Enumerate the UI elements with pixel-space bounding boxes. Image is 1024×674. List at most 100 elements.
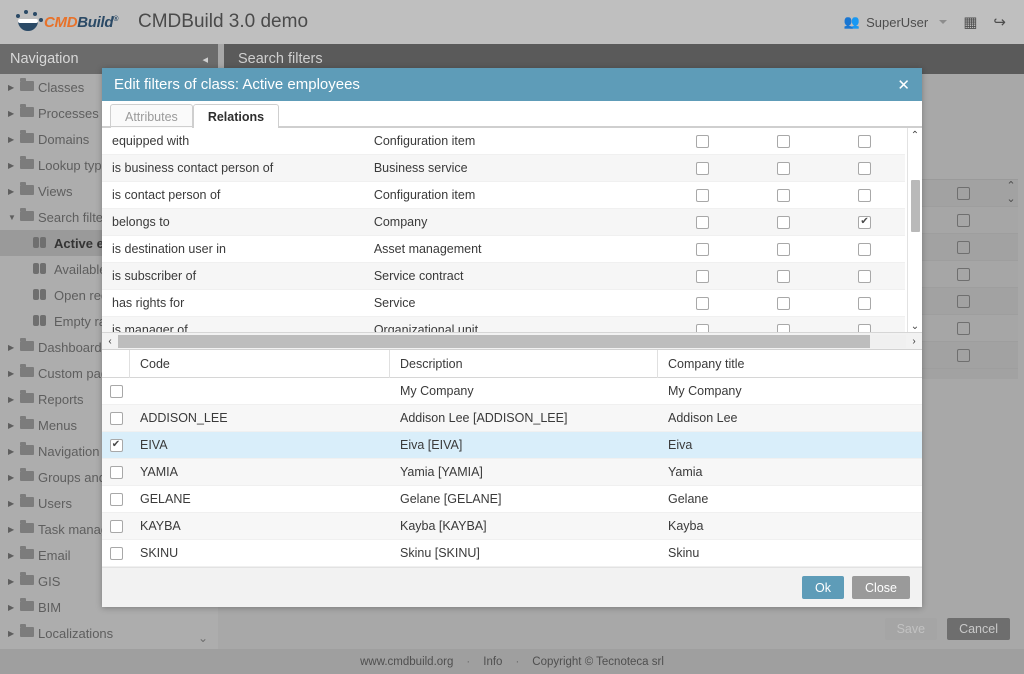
- chevron-right-icon[interactable]: ▶: [8, 83, 20, 92]
- relation-row[interactable]: belongs to Company: [102, 209, 905, 236]
- relations-vertical-scrollbar[interactable]: ⌃ ⌄: [907, 128, 922, 332]
- relation-checkbox[interactable]: [777, 269, 791, 283]
- relation-row[interactable]: is contact person of Configuration item: [102, 182, 905, 209]
- column-header-description[interactable]: Description: [390, 349, 658, 378]
- relation-checkbox[interactable]: [777, 323, 791, 332]
- column-header-code[interactable]: Code: [130, 349, 390, 378]
- table-row[interactable]: My Company My Company: [102, 378, 922, 405]
- logout-icon[interactable]: ↪: [993, 13, 1006, 31]
- relation-name: is destination user in: [112, 242, 226, 256]
- row-checkbox[interactable]: [109, 546, 123, 560]
- row-checkbox[interactable]: [109, 384, 123, 398]
- ok-button[interactable]: Ok: [802, 576, 845, 599]
- relation-checkbox[interactable]: [777, 215, 791, 229]
- table-row[interactable]: ADDISON_LEE Addison Lee [ADDISON_LEE] Addi…: [102, 405, 922, 432]
- row-checkbox[interactable]: [109, 492, 123, 506]
- tab-relations[interactable]: Relations: [192, 104, 280, 128]
- close-button[interactable]: Close: [852, 576, 910, 599]
- relation-checkbox[interactable]: [858, 323, 872, 332]
- column-header-company-title[interactable]: Company title: [658, 350, 902, 378]
- table-row[interactable]: EIVA Eiva [EIVA] Eiva: [102, 432, 922, 459]
- save-button[interactable]: Save: [884, 618, 938, 640]
- relation-checkbox[interactable]: [696, 215, 710, 229]
- table-row[interactable]: KAYBA Kayba [KAYBA] Kayba: [102, 513, 922, 540]
- row-checkbox[interactable]: [109, 519, 123, 533]
- relation-checkbox[interactable]: [858, 242, 872, 256]
- relation-row[interactable]: has rights for Service: [102, 290, 905, 317]
- relation-option-cell: [743, 161, 824, 175]
- cancel-button[interactable]: Cancel: [947, 618, 1010, 640]
- collapse-sidebar-icon[interactable]: ◂: [202, 53, 208, 66]
- sidebar-item-localizations[interactable]: ▶ Localizations: [0, 620, 218, 646]
- scroll-down-icon[interactable]: ⌄: [1006, 192, 1015, 205]
- tab-attributes[interactable]: Attributes: [110, 104, 193, 128]
- user-menu[interactable]: 👥 SuperUser: [844, 14, 948, 30]
- chevron-right-icon[interactable]: ▶: [8, 447, 20, 456]
- relation-checkbox[interactable]: [858, 269, 872, 283]
- table-row[interactable]: YAMIA Yamia [YAMIA] Yamia: [102, 459, 922, 486]
- relation-row[interactable]: equipped with Configuration item: [102, 128, 905, 155]
- scroll-up-icon[interactable]: ⌃: [1006, 179, 1015, 192]
- hscrollbar-track[interactable]: [118, 334, 906, 348]
- footer-info-link[interactable]: Info: [483, 656, 502, 668]
- relation-checkbox[interactable]: [858, 161, 872, 175]
- sidebar-scroll-down-icon[interactable]: ⌄: [198, 631, 208, 645]
- row-checkbox[interactable]: [109, 465, 123, 479]
- relation-checkbox[interactable]: [858, 134, 872, 148]
- relation-checkbox[interactable]: [777, 134, 791, 148]
- scroll-left-icon[interactable]: ‹: [102, 336, 118, 347]
- footer-site-link[interactable]: www.cmdbuild.org: [360, 656, 453, 668]
- relation-checkbox[interactable]: [696, 242, 710, 256]
- chevron-right-icon[interactable]: ▶: [8, 109, 20, 118]
- chevron-right-icon[interactable]: ▶: [8, 473, 20, 482]
- relation-checkbox[interactable]: [777, 188, 791, 202]
- grid-view-icon[interactable]: ▦: [963, 13, 977, 31]
- chevron-right-icon[interactable]: ▶: [8, 499, 20, 508]
- relation-row[interactable]: is destination user in Asset management: [102, 236, 905, 263]
- relation-checkbox[interactable]: [858, 188, 872, 202]
- relation-checkbox[interactable]: [696, 188, 710, 202]
- relation-checkbox[interactable]: [696, 269, 710, 283]
- relation-checkbox[interactable]: [858, 296, 872, 310]
- relations-horizontal-scrollbar[interactable]: ‹ ›: [102, 333, 922, 350]
- table-row[interactable]: SKINU Skinu [SKINU] Skinu: [102, 540, 922, 567]
- chevron-right-icon[interactable]: ▶: [8, 525, 20, 534]
- background-row: [908, 234, 1018, 261]
- scroll-right-icon[interactable]: ›: [906, 336, 922, 347]
- chevron-right-icon[interactable]: ▶: [8, 395, 20, 404]
- scroll-down-icon[interactable]: ⌄: [911, 319, 919, 332]
- relation-checkbox[interactable]: [777, 296, 791, 310]
- chevron-right-icon[interactable]: ▶: [8, 421, 20, 430]
- chevron-right-icon[interactable]: ▶: [8, 603, 20, 612]
- relation-target-class: Business service: [373, 161, 468, 175]
- background-vertical-scrollbar[interactable]: ⌃ ⌄: [1004, 179, 1018, 379]
- chevron-right-icon[interactable]: ▶: [8, 187, 20, 196]
- chevron-right-icon[interactable]: ▶: [8, 161, 20, 170]
- chevron-right-icon[interactable]: ▶: [8, 629, 20, 638]
- table-row[interactable]: GELANE Gelane [GELANE] Gelane: [102, 486, 922, 513]
- chevron-right-icon[interactable]: ▶: [8, 369, 20, 378]
- footer-separator: ·: [466, 655, 471, 668]
- relation-checkbox[interactable]: [696, 296, 710, 310]
- relation-checkbox[interactable]: [777, 242, 791, 256]
- row-checkbox[interactable]: [109, 438, 123, 452]
- relation-checkbox[interactable]: [696, 161, 710, 175]
- scrollbar-thumb[interactable]: [910, 180, 920, 232]
- close-icon[interactable]: ✕: [897, 76, 910, 94]
- cmdbuild-logo[interactable]: CMDBuild®: [14, 10, 124, 34]
- relation-row[interactable]: is manager of Organizational unit: [102, 317, 905, 332]
- row-checkbox[interactable]: [109, 411, 123, 425]
- chevron-down-icon[interactable]: ▼: [8, 213, 20, 222]
- relation-checkbox[interactable]: [696, 323, 710, 332]
- relation-checkbox[interactable]: [777, 161, 791, 175]
- relation-checkbox[interactable]: [858, 215, 872, 229]
- chevron-right-icon[interactable]: ▶: [8, 135, 20, 144]
- chevron-right-icon[interactable]: ▶: [8, 343, 20, 352]
- chevron-right-icon[interactable]: ▶: [8, 577, 20, 586]
- relation-checkbox[interactable]: [696, 134, 710, 148]
- scroll-up-icon[interactable]: ⌃: [911, 128, 919, 142]
- relation-row[interactable]: is subscriber of Service contract: [102, 263, 905, 290]
- chevron-right-icon[interactable]: ▶: [8, 551, 20, 560]
- hscrollbar-thumb[interactable]: [118, 334, 870, 348]
- relation-row[interactable]: is business contact person of Business se…: [102, 155, 905, 182]
